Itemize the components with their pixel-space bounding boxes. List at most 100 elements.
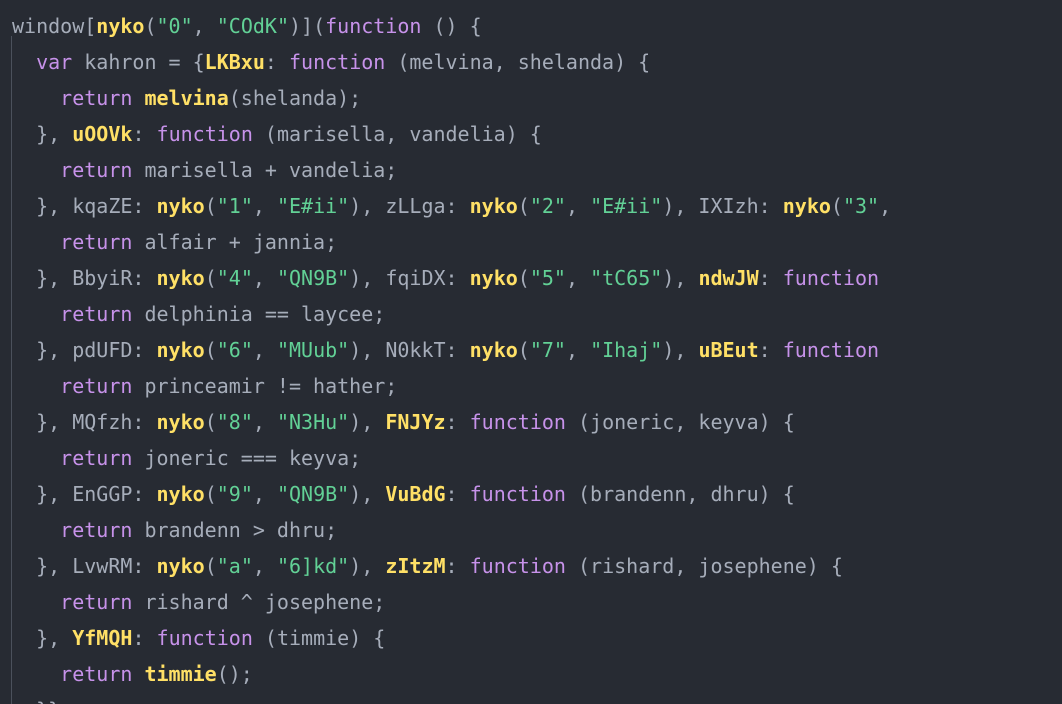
token-punct: ( xyxy=(517,194,530,218)
code-line[interactable]: return princeamir != hather; xyxy=(0,368,1062,404)
token-punct: ( xyxy=(830,194,843,218)
token-kw: function xyxy=(288,50,386,74)
code-line[interactable]: return delphinia == laycee; xyxy=(0,296,1062,332)
token-punct: : xyxy=(758,266,783,290)
token-fn: nyko xyxy=(156,338,205,362)
token-plain: (melvina, shelanda) { xyxy=(385,50,651,74)
token-plain: (rishard, josephene) { xyxy=(565,554,843,578)
token-kw: function xyxy=(156,626,253,650)
code-line[interactable]: return joneric === keyva; xyxy=(0,440,1062,476)
token-str: "8" xyxy=(216,410,253,434)
code-line[interactable]: }, kqaZE: nyko("1", "E#ii"), zLLga: nyko… xyxy=(0,188,1062,224)
code-line[interactable]: }, EnGGP: nyko("9", "QN9B"), VuBdG: func… xyxy=(0,476,1062,512)
token-kw: var xyxy=(36,50,73,74)
token-punct: , xyxy=(252,194,277,218)
token-punct: : xyxy=(445,554,470,578)
token-plain: ), xyxy=(349,554,386,578)
token-kw: return xyxy=(60,302,133,326)
token-kw: function xyxy=(156,122,253,146)
code-line[interactable]: return brandenn > dhru; xyxy=(0,512,1062,548)
token-punct: , xyxy=(565,194,591,218)
token-str: "6]kd" xyxy=(276,554,350,578)
code-line[interactable]: }, BbyiR: nyko("4", "QN9B"), fqiDX: nyko… xyxy=(0,260,1062,296)
token-punct: , xyxy=(252,338,277,362)
code-line[interactable]: return melvina(shelanda); xyxy=(0,80,1062,116)
token-fn: VuBdG xyxy=(385,482,446,506)
token-plain: brandenn > dhru; xyxy=(132,518,338,542)
token-fn: YfMQH xyxy=(72,626,133,650)
code-line[interactable]: }, YfMQH: function (timmie) { xyxy=(0,620,1062,656)
token-punct: ( xyxy=(517,338,530,362)
token-fn: ndwJW xyxy=(698,266,759,290)
token-punct: : xyxy=(264,50,289,74)
token-plain: }, xyxy=(36,626,73,650)
code-line[interactable]: window[nyko("0", "COdK")](function () { xyxy=(0,8,1062,44)
token-punct: )]( xyxy=(288,14,326,38)
token-plain: (shelanda); xyxy=(228,86,362,110)
token-plain: }, BbyiR: xyxy=(36,266,157,290)
token-fn: FNJYz xyxy=(385,410,446,434)
token-str: "E#ii" xyxy=(276,194,350,218)
code-line[interactable]: }}; xyxy=(0,692,1062,704)
code-line[interactable]: }, LvwRM: nyko("a", "6]kd"), zItzM: func… xyxy=(0,548,1062,584)
token-punct: ( xyxy=(204,338,217,362)
code-line[interactable]: return marisella + vandelia; xyxy=(0,152,1062,188)
token-plain: (brandenn, dhru) { xyxy=(565,482,795,506)
token-punct: , xyxy=(192,14,217,38)
code-content[interactable]: window[nyko("0", "COdK")](function () { … xyxy=(0,0,1062,704)
token-punct: , xyxy=(252,410,277,434)
code-line[interactable]: return alfair + jannia; xyxy=(0,224,1062,260)
token-plain: rishard ^ josephene; xyxy=(132,590,386,614)
token-punct: () { xyxy=(421,14,482,38)
token-punct: , xyxy=(565,266,591,290)
token-plain: kahron = { xyxy=(72,50,205,74)
token-str: "MUub" xyxy=(276,338,350,362)
code-line[interactable]: }, uOOVk: function (marisella, vandelia)… xyxy=(0,116,1062,152)
token-str: "0" xyxy=(156,14,193,38)
token-str: "5" xyxy=(529,266,566,290)
token-plain: delphinia == laycee; xyxy=(132,302,386,326)
code-line[interactable]: var kahron = {LKBxu: function (melvina, … xyxy=(0,44,1062,80)
token-kw: return xyxy=(60,86,133,110)
code-line[interactable]: return timmie(); xyxy=(0,656,1062,692)
token-fn: nyko xyxy=(782,194,831,218)
code-line[interactable]: return rishard ^ josephene; xyxy=(0,584,1062,620)
token-plain: }, LvwRM: xyxy=(36,554,157,578)
token-plain: }, xyxy=(36,122,73,146)
token-plain: ), N0kkT: xyxy=(349,338,470,362)
token-punct: : xyxy=(445,410,470,434)
token-punct: ( xyxy=(204,410,217,434)
token-kw: return xyxy=(60,518,133,542)
token-fn: nyko xyxy=(469,194,518,218)
token-plain: }, MQfzh: xyxy=(36,410,157,434)
token-fn: zItzM xyxy=(385,554,446,578)
token-punct: [ xyxy=(84,14,97,38)
token-plain: alfair + jannia; xyxy=(132,230,338,254)
code-line[interactable]: }, MQfzh: nyko("8", "N3Hu"), FNJYz: func… xyxy=(0,404,1062,440)
token-str: "2" xyxy=(529,194,566,218)
token-kw: return xyxy=(60,662,133,686)
token-str: "9" xyxy=(216,482,253,506)
token-fn: nyko xyxy=(96,14,145,38)
token-fn: LKBxu xyxy=(204,50,265,74)
token-fn: nyko xyxy=(156,266,205,290)
token-plain: princeamir != hather; xyxy=(132,374,398,398)
token-punct: : xyxy=(132,626,157,650)
token-punct: : xyxy=(445,482,470,506)
code-line[interactable]: }, pdUFD: nyko("6", "MUub"), N0kkT: nyko… xyxy=(0,332,1062,368)
token-plain: (marisella, vandelia) { xyxy=(252,122,542,146)
token-plain: (timmie) { xyxy=(252,626,386,650)
token-str: "a" xyxy=(216,554,253,578)
code-editor[interactable]: window[nyko("0", "COdK")](function () { … xyxy=(0,0,1062,704)
token-plain: ), xyxy=(662,338,699,362)
token-fn: timmie xyxy=(144,662,217,686)
